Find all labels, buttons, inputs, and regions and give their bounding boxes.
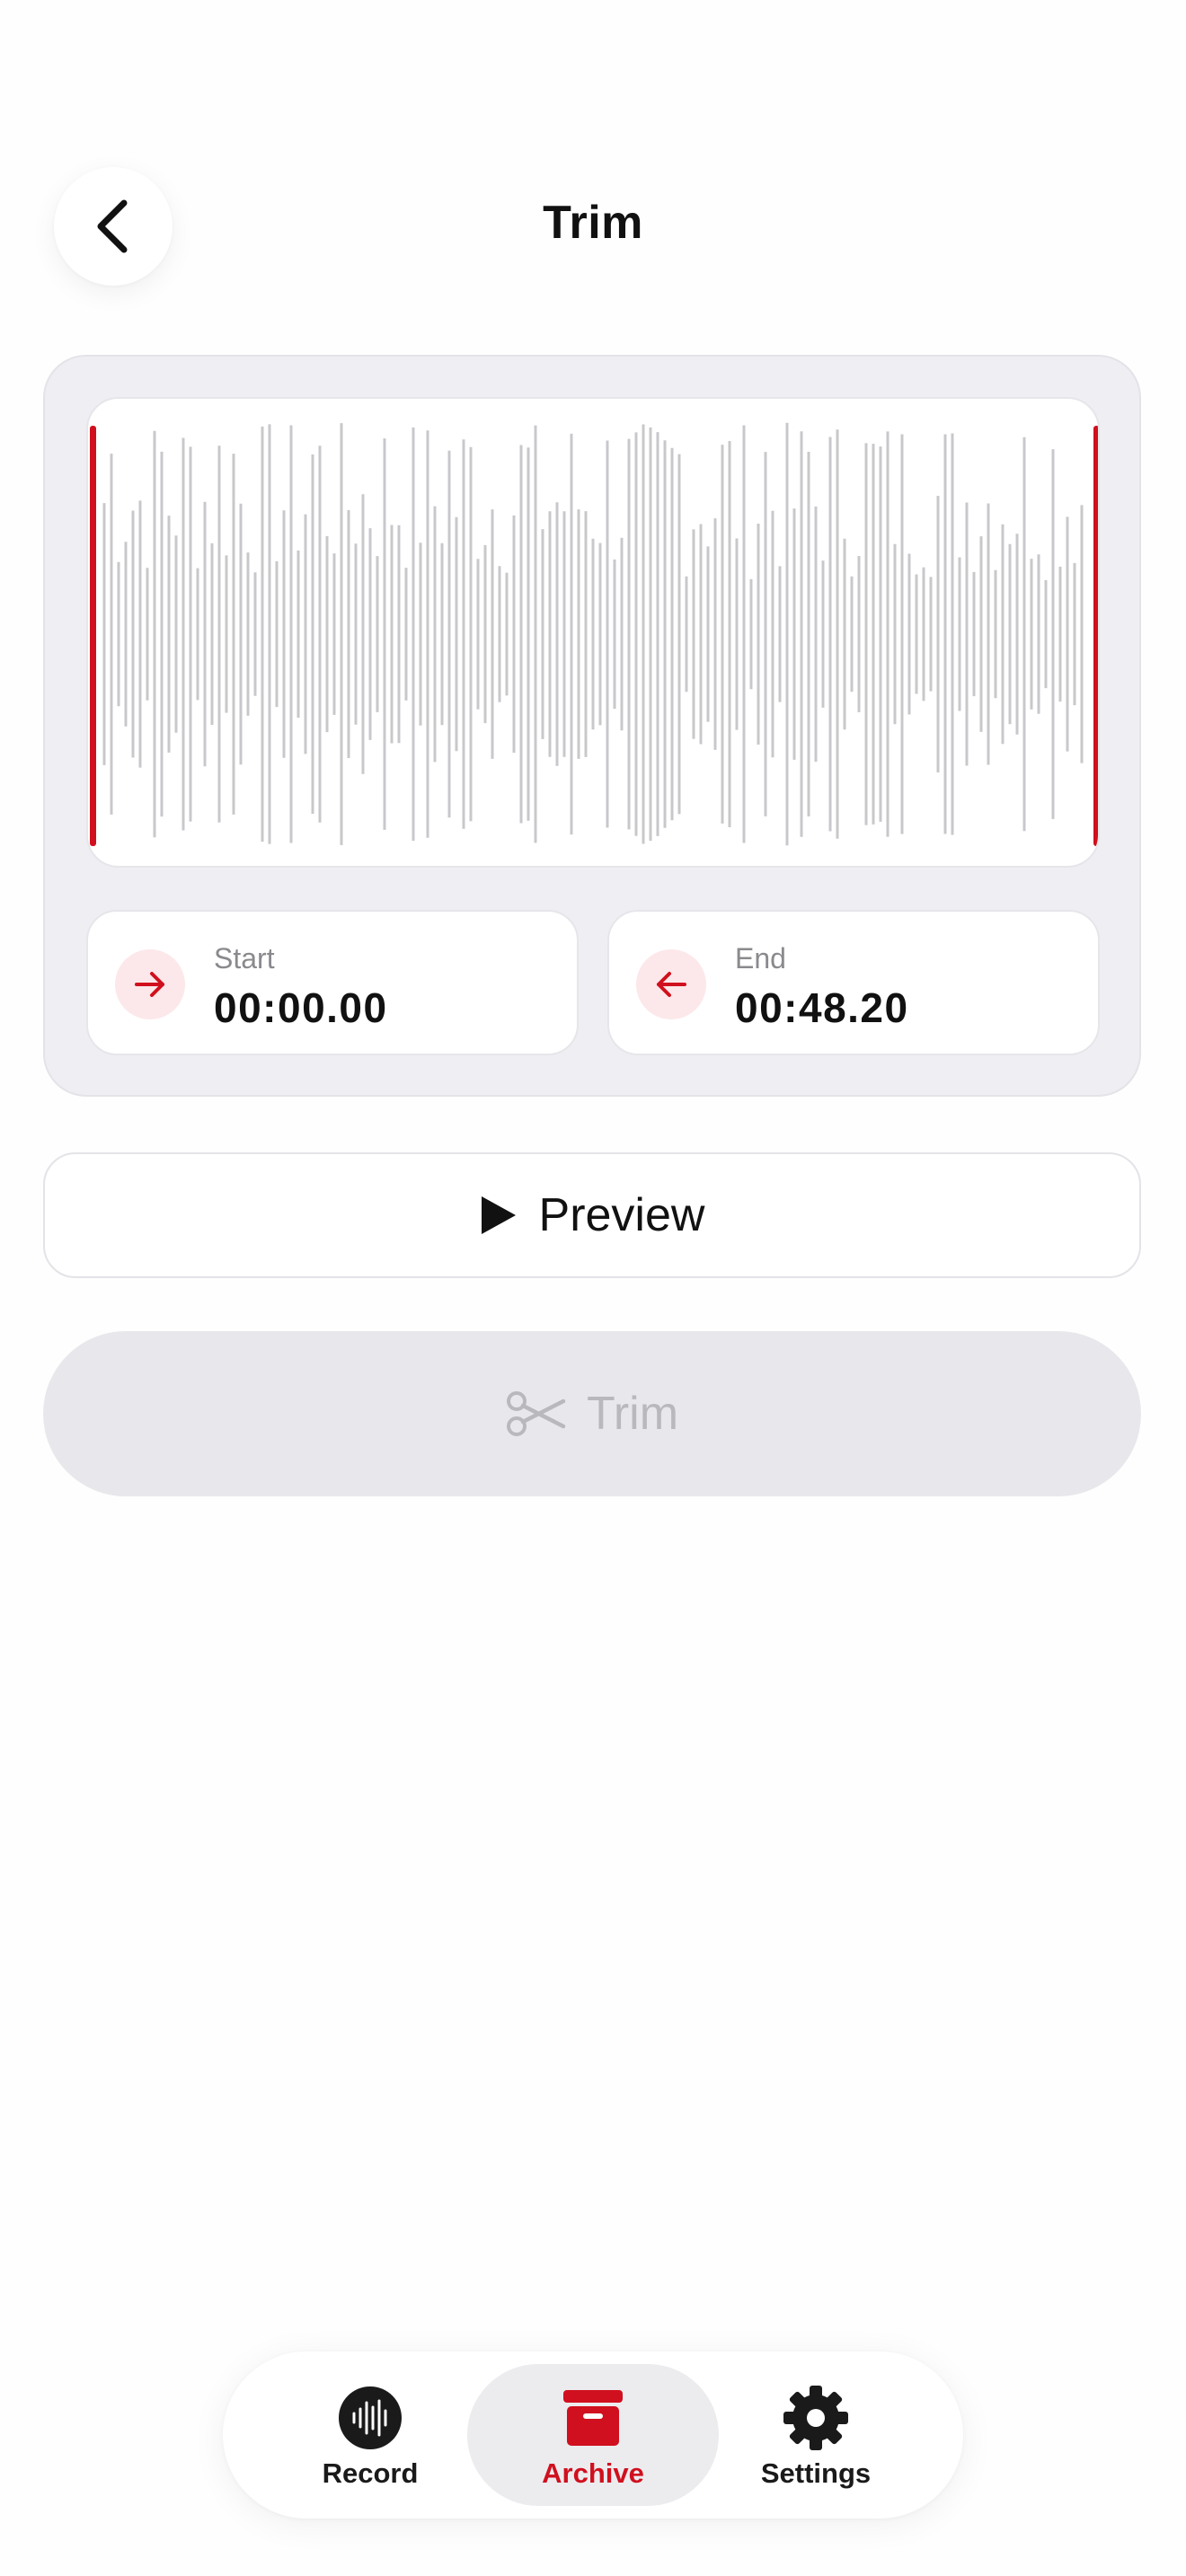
- tab-record[interactable]: Record: [244, 2364, 496, 2506]
- scissors-icon: [506, 1391, 566, 1436]
- start-time-value: 00:00.00: [214, 984, 388, 1031]
- preview-button[interactable]: Preview: [43, 1152, 1141, 1278]
- start-time-field[interactable]: Start 00:00.00: [86, 910, 579, 1055]
- gear-icon: [783, 2386, 848, 2450]
- tab-bar: Record Archive Settings: [223, 2351, 963, 2519]
- waveform-icon: [339, 2386, 402, 2449]
- trim-label: Trim: [586, 1388, 679, 1440]
- play-icon: [481, 1196, 516, 1234]
- waveform-graph: [90, 422, 1100, 846]
- tab-settings[interactable]: Settings: [690, 2364, 942, 2506]
- start-label: Start: [214, 942, 275, 975]
- tab-archive-label: Archive: [542, 2457, 644, 2489]
- end-label: End: [735, 942, 786, 975]
- trim-end-handle[interactable]: [1093, 426, 1100, 846]
- tab-settings-label: Settings: [760, 2457, 872, 2489]
- arrow-right-icon: [115, 949, 185, 1019]
- waveform-view[interactable]: [86, 397, 1100, 868]
- page-title: Trim: [543, 197, 643, 249]
- trim-start-handle[interactable]: [90, 426, 96, 846]
- tab-archive[interactable]: Archive: [467, 2364, 719, 2506]
- tab-record-label: Record: [322, 2457, 419, 2489]
- archive-box-icon: [563, 2390, 623, 2446]
- end-time-field[interactable]: End 00:48.20: [607, 910, 1100, 1055]
- arrow-left-icon: [636, 949, 706, 1019]
- end-time-value: 00:48.20: [735, 984, 909, 1031]
- trim-button[interactable]: Trim: [43, 1331, 1141, 1496]
- preview-label: Preview: [538, 1189, 705, 1241]
